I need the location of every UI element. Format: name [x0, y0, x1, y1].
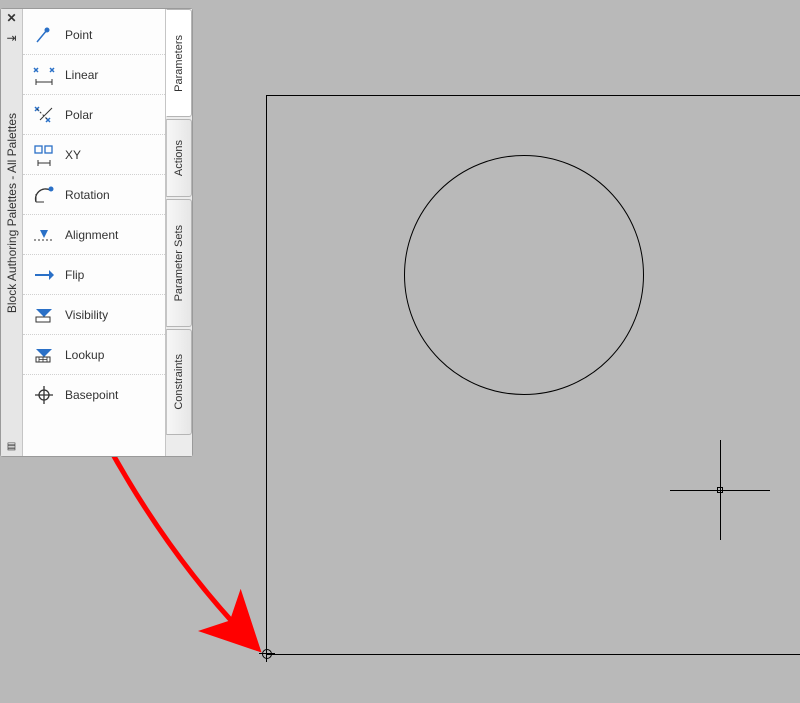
tool-polar[interactable]: Polar — [23, 95, 165, 135]
shape-rectangle[interactable] — [266, 95, 800, 655]
autohide-pin-icon[interactable]: ⇥ — [6, 31, 16, 45]
linear-icon — [31, 62, 57, 88]
lookup-icon — [31, 342, 57, 368]
basepoint-marker[interactable] — [259, 646, 275, 662]
tab-constraints[interactable]: Constraints — [166, 329, 192, 435]
polar-icon — [31, 102, 57, 128]
palette-tab-strip: Parameters Actions Parameter Sets Constr… — [166, 9, 192, 456]
tool-point[interactable]: Point — [23, 15, 165, 55]
xy-icon — [31, 142, 57, 168]
basepoint-icon — [31, 382, 57, 408]
tab-actions[interactable]: Actions — [166, 119, 192, 197]
tool-basepoint[interactable]: Basepoint — [23, 375, 165, 415]
tool-label: Basepoint — [65, 388, 118, 402]
tab-label: Actions — [173, 130, 185, 186]
shape-circle[interactable] — [404, 155, 644, 395]
tool-rotation[interactable]: Rotation — [23, 175, 165, 215]
tab-parameters[interactable]: Parameters — [166, 9, 192, 117]
palette-menu-icon[interactable]: ▤ — [7, 441, 16, 452]
rotation-icon — [31, 182, 57, 208]
tool-label: Point — [65, 28, 92, 42]
alignment-icon — [31, 222, 57, 248]
tool-visibility[interactable]: Visibility — [23, 295, 165, 335]
tab-parameter-sets[interactable]: Parameter Sets — [166, 199, 192, 327]
point-icon — [31, 22, 57, 48]
tab-label: Constraints — [173, 344, 185, 420]
visibility-icon — [31, 302, 57, 328]
tool-label: Polar — [65, 108, 93, 122]
tool-label: Visibility — [65, 308, 108, 322]
palette-title-bar[interactable]: ✕ ⇥ Block Authoring Palettes - All Palet… — [1, 9, 23, 456]
close-icon[interactable]: ✕ — [6, 11, 16, 25]
tool-label: Alignment — [65, 228, 118, 242]
tab-label: Parameter Sets — [173, 215, 185, 311]
tool-label: Lookup — [65, 348, 104, 362]
tool-xy[interactable]: XY — [23, 135, 165, 175]
tool-label: XY — [65, 148, 81, 162]
tool-label: Rotation — [65, 188, 110, 202]
palette-title: Block Authoring Palettes - All Palettes — [5, 113, 19, 313]
tool-alignment[interactable]: Alignment — [23, 215, 165, 255]
tool-lookup[interactable]: Lookup — [23, 335, 165, 375]
block-authoring-palette: ✕ ⇥ Block Authoring Palettes - All Palet… — [0, 8, 193, 457]
tab-label: Parameters — [173, 25, 185, 102]
tool-label: Linear — [65, 68, 98, 82]
crosshair-cursor — [670, 440, 770, 540]
tool-flip[interactable]: Flip — [23, 255, 165, 295]
tool-linear[interactable]: Linear — [23, 55, 165, 95]
tool-label: Flip — [65, 268, 84, 282]
flip-icon — [31, 262, 57, 288]
parameters-tool-list: Point Linear Polar — [23, 9, 166, 456]
